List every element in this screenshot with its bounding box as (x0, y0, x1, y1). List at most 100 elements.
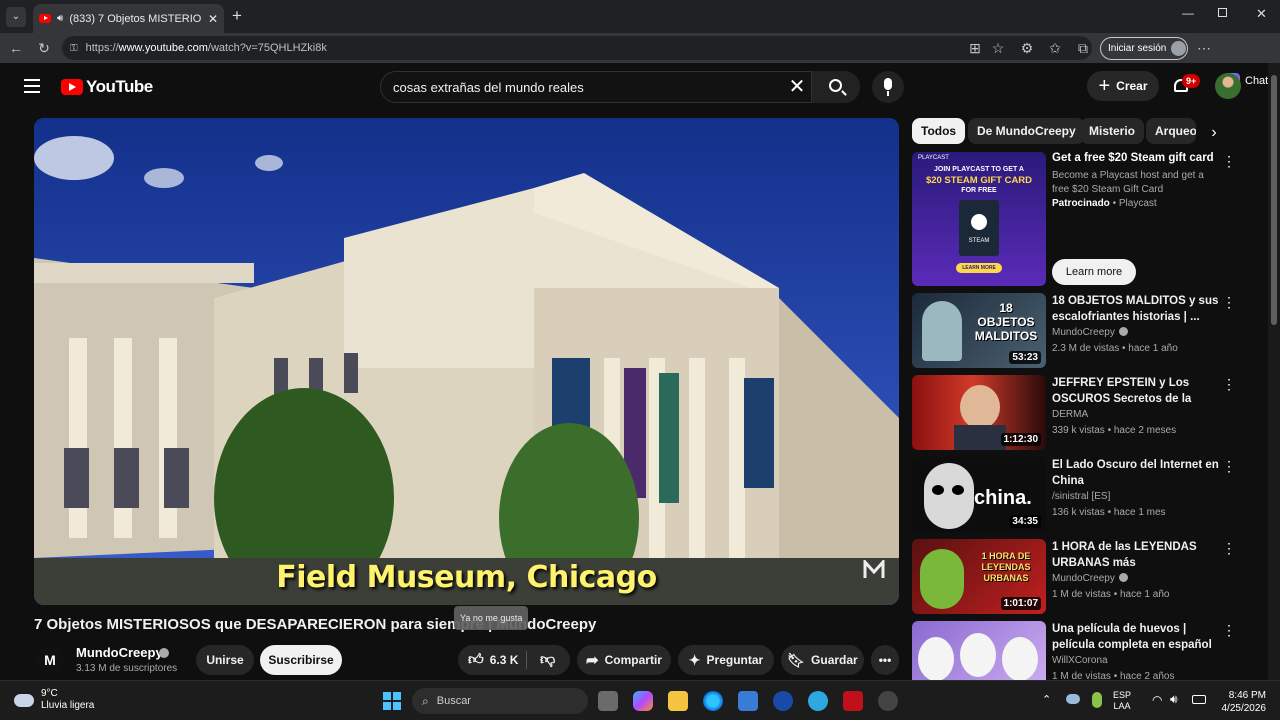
page-scrollbar[interactable] (1268, 63, 1280, 680)
speaker-icon[interactable]: 🔊︎ (57, 13, 63, 24)
rec-more-icon[interactable]: ⋮ (1222, 459, 1236, 473)
create-button[interactable]: + Crear (1087, 71, 1159, 101)
menu-icon[interactable] (24, 79, 40, 97)
site-info-icon[interactable]: ⚿ (70, 43, 78, 54)
rec-video-item[interactable]: Una película de huevos | película comple… (912, 621, 1242, 680)
scrollbar-thumb[interactable] (1271, 75, 1277, 325)
collections-icon[interactable]: ⧉ (1073, 33, 1093, 63)
volume-icon[interactable]: 🔊︎ (1170, 692, 1178, 707)
sign-in-button[interactable]: Iniciar sesión (1100, 37, 1188, 60)
onedrive-icon[interactable] (1066, 694, 1080, 704)
rec-video-item[interactable]: 1 HORA DE LEYENDAS URBANAS 1:01:07 1 HOR… (912, 539, 1242, 615)
save-button[interactable]: 🔖︎ Guardar (781, 645, 864, 675)
task-view-icon[interactable] (598, 691, 618, 711)
video-player[interactable] (34, 118, 899, 605)
ad-description: Become a Playcast host and get a free $2… (1052, 170, 1204, 195)
microphone-icon[interactable] (1092, 692, 1102, 708)
plus-icon: + (1098, 75, 1111, 97)
rec-channel[interactable]: WillXCorona (1052, 655, 1108, 666)
clear-search-icon[interactable]: ✕ (786, 72, 808, 102)
rec-video-item[interactable]: 18 OBJETOS MALDITOS 53:23 18 OBJETOS MAL… (912, 293, 1242, 369)
rec-more-icon[interactable]: ⋮ (1222, 623, 1236, 637)
youtube-logo[interactable]: YouTube (61, 77, 153, 97)
file-explorer-icon[interactable] (668, 691, 688, 711)
clock[interactable]: 8:46 PM 4/25/2026 (1208, 689, 1267, 715)
app-available-icon[interactable]: ⊞ (965, 33, 985, 63)
ask-button[interactable]: ✦ Preguntar (678, 645, 774, 675)
extensions-icon[interactable]: ⚙ (1017, 33, 1037, 63)
join-button[interactable]: Unirse (196, 645, 254, 675)
rec-thumbnail[interactable]: china. 34:35 (912, 457, 1046, 532)
tab-actions-icon[interactable]: ⌄ (6, 7, 26, 27)
channel-avatar[interactable]: M (36, 646, 64, 674)
rec-channel[interactable]: /sinistral [ES] (1052, 491, 1110, 502)
battery-icon[interactable] (1192, 695, 1206, 704)
chip-mystery[interactable]: Misterio (1080, 118, 1145, 144)
tab-close-icon[interactable]: ✕ (208, 12, 218, 26)
chevron-up-icon[interactable]: ⌃ (1042, 693, 1051, 706)
rec-channel[interactable]: DERMA (1052, 409, 1088, 420)
sparkle-icon: ✦ (688, 651, 701, 668)
more-options-icon[interactable]: ⋯ (1194, 33, 1214, 63)
chip-archaeology[interactable]: Arqueo (1146, 118, 1196, 144)
rec-thumbnail[interactable]: 1:12:30 (912, 375, 1046, 450)
rec-thumbnail[interactable]: 1 HORA DE LEYENDAS URBANAS 1:01:07 (912, 539, 1046, 614)
chip-from-channel[interactable]: De MundoCreepy (968, 118, 1085, 144)
like-count[interactable]: 6.3 K (490, 653, 519, 667)
rec-thumbnail[interactable] (912, 621, 1046, 680)
mcafee-icon[interactable] (843, 691, 863, 711)
store-icon[interactable] (738, 691, 758, 711)
rec-more-icon[interactable]: ⋮ (1222, 377, 1236, 391)
rec-more-icon[interactable]: ⋮ (1222, 541, 1236, 555)
account-avatar[interactable] (1215, 73, 1241, 99)
favorites-icon[interactable]: ✩ (1045, 33, 1065, 63)
tab-title: (833) 7 Objetos MISTERIOSOS (69, 12, 202, 25)
ad-card[interactable]: PLAYCAST JOIN PLAYCAST TO GET A $20 STEA… (912, 152, 1242, 287)
chevron-right-icon[interactable]: › (1200, 120, 1228, 146)
hp-icon[interactable] (773, 691, 793, 711)
voice-search-icon[interactable] (872, 71, 904, 103)
search-button[interactable] (811, 71, 860, 103)
back-icon[interactable]: ← (6, 33, 26, 63)
ad-thumbnail[interactable]: PLAYCAST JOIN PLAYCAST TO GET A $20 STEA… (912, 152, 1046, 286)
rec-channel[interactable]: MundoCreepy (1052, 573, 1128, 584)
learn-more-button[interactable]: Learn more (1052, 259, 1136, 285)
rec-thumbnail[interactable]: 18 OBJETOS MALDITOS 53:23 (912, 293, 1046, 368)
subscribe-button[interactable]: Suscribirse (260, 645, 342, 675)
ask-label: Preguntar (706, 653, 764, 667)
taskbar-search[interactable]: ⌕ Buscar (412, 688, 588, 714)
wifi-icon[interactable]: ◠ (1152, 693, 1162, 707)
favorite-star-icon[interactable]: ☆ (988, 33, 1008, 63)
settings-icon[interactable] (878, 691, 898, 711)
like-divider (526, 651, 527, 669)
dislike-icon[interactable]: 👎︎ (540, 645, 555, 675)
rec-video-item[interactable]: 1:12:30 JEFFREY EPSTEIN y Los OSCUROS Se… (912, 375, 1242, 451)
rec-channel[interactable]: MundoCreepy (1052, 327, 1128, 338)
language-indicator[interactable]: ESP LAA (1113, 690, 1131, 712)
more-actions-button[interactable]: ••• (871, 645, 899, 675)
rec-thumb-suit (954, 425, 1006, 450)
weather-app-icon[interactable] (808, 691, 828, 711)
share-button[interactable]: ➦ Compartir (577, 645, 671, 675)
rec-more-icon[interactable]: ⋮ (1222, 295, 1236, 309)
search-input[interactable] (393, 76, 783, 98)
like-icon[interactable]: 👍︎ (468, 651, 484, 669)
rec-video-item[interactable]: china. 34:35 El Lado Oscuro del Internet… (912, 457, 1242, 533)
rec-thumb-text: 1 HORA DE LEYENDAS URBANAS (981, 551, 1031, 583)
edge-icon[interactable] (703, 691, 723, 711)
address-bar[interactable]: ⚿ https://www.youtube.com/watch?v=75QHLH… (62, 36, 1092, 60)
copilot-taskbar-icon[interactable] (633, 691, 653, 711)
browser-tab-youtube[interactable]: 🔊︎ (833) 7 Objetos MISTERIOSOS ✕ (33, 4, 224, 33)
minimize-icon[interactable]: — (1182, 6, 1194, 20)
profile-icon (1171, 41, 1187, 56)
window-close-icon[interactable]: ✕ (1256, 6, 1267, 22)
chip-all[interactable]: Todos (912, 118, 966, 144)
new-tab-icon[interactable]: + (232, 6, 242, 26)
ad-more-icon[interactable]: ⋮ (1222, 154, 1236, 168)
reload-icon[interactable]: ↻ (34, 33, 54, 63)
start-icon[interactable] (383, 692, 401, 710)
weather-widget[interactable]: 9°C Lluvia ligera (14, 688, 94, 712)
channel-name[interactable]: MundoCreepy (76, 645, 163, 660)
ad-thumb-steam: STEAM (968, 238, 990, 244)
maximize-icon[interactable] (1218, 8, 1227, 17)
